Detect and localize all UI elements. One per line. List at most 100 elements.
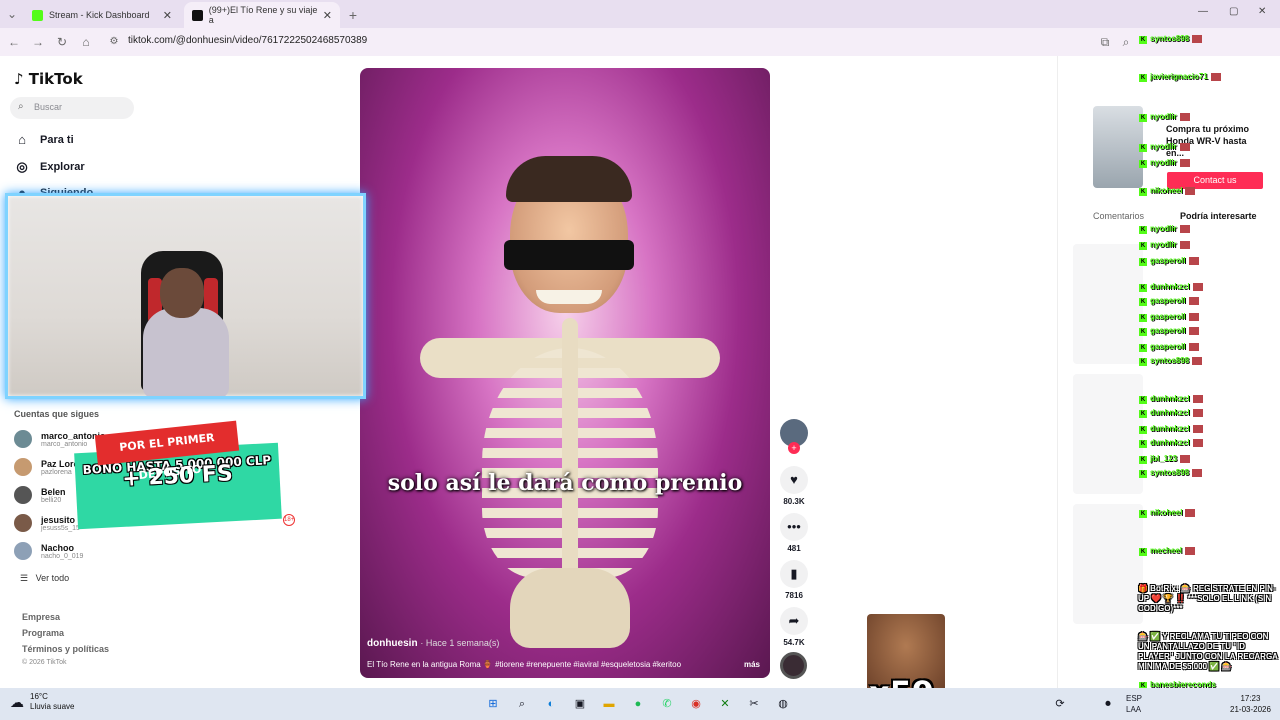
tab-tiktok-label: (99+)El Tío Rene y su viaje a xyxy=(208,5,318,25)
chat-message: Ksyntos898 xyxy=(1139,356,1203,366)
following-item[interactable]: Belen belli20 xyxy=(14,486,66,504)
spotify-icon[interactable]: ● xyxy=(630,696,646,712)
weather-widget[interactable]: ☁ 16°C Lluvia suave xyxy=(10,692,74,712)
search-input[interactable]: ⌕ Buscar xyxy=(10,97,134,119)
like-button[interactable]: ♥ 80.3K xyxy=(776,466,812,506)
kick-badge-icon: K xyxy=(1139,114,1147,122)
following-item[interactable]: Nachoo nacho_0_019 xyxy=(14,542,83,560)
emote-icon xyxy=(1188,296,1199,305)
tab-kick[interactable]: Stream - Kick Dashboard ✕ xyxy=(24,2,180,28)
whatsapp-icon[interactable]: ✆ xyxy=(659,696,675,712)
heart-icon: ♥ xyxy=(780,466,808,494)
tiktok-logo[interactable]: ♪ TikTok xyxy=(14,70,83,88)
weather-temp: 16°C xyxy=(30,692,48,701)
footer-link-program[interactable]: Programa xyxy=(22,628,64,638)
search-icon: ⌕ xyxy=(18,101,24,112)
age-badge: 18+ xyxy=(283,514,295,526)
zoom-icon[interactable]: ⌕ xyxy=(1118,34,1134,50)
nav-for-you[interactable]: ⌂ Para ti xyxy=(14,132,74,147)
chat-username: gasperoll xyxy=(1150,312,1186,321)
follow-plus-icon[interactable]: + xyxy=(788,442,800,454)
edge-icon[interactable]: ◐ xyxy=(543,696,559,712)
chat-message: Kdunhnkzcl xyxy=(1139,394,1203,404)
see-all-label: Ver todo xyxy=(35,573,70,583)
nav-explore[interactable]: ◎ Explorar xyxy=(14,159,84,175)
chat-message: Kgasperoll xyxy=(1139,326,1199,336)
tab-kick-label: Stream - Kick Dashboard xyxy=(49,10,150,20)
kick-badge-icon: K xyxy=(1139,426,1147,434)
chat-username: dunhnkzcl xyxy=(1150,282,1190,291)
author-name: donhuesin xyxy=(367,638,418,649)
emote-icon xyxy=(1210,72,1221,81)
share-button[interactable]: ➦ 54.7K xyxy=(776,607,812,647)
chat-username: nikoheel xyxy=(1150,186,1183,195)
system-clock[interactable]: 17:23 21-03-2026 xyxy=(1230,693,1271,715)
close-tab-icon[interactable]: ✕ xyxy=(323,9,332,22)
ad-image[interactable] xyxy=(1093,106,1143,188)
kick-badge-icon: K xyxy=(1139,284,1147,292)
chat-message: Knyodlir xyxy=(1139,240,1190,250)
avatar xyxy=(14,430,32,448)
new-tab-button[interactable]: + xyxy=(345,7,361,23)
language-indicator[interactable]: ESP LAA xyxy=(1126,693,1142,715)
close-window-icon[interactable]: ✕ xyxy=(1258,6,1266,17)
reload-icon[interactable]: ↻ xyxy=(54,34,70,50)
footer-link-terms[interactable]: Términos y políticas xyxy=(22,644,109,654)
back-icon[interactable]: ← xyxy=(6,34,22,50)
share-icon: ➦ xyxy=(780,607,808,635)
tab-search-icon[interactable]: ⌄ xyxy=(4,6,20,22)
region-code: LAA xyxy=(1126,705,1142,714)
chat-message: Kgasperoll xyxy=(1139,256,1199,266)
close-tab-icon[interactable]: ✕ xyxy=(163,9,172,22)
emote-icon xyxy=(1192,468,1203,477)
following-item[interactable]: jesusito jesuss5s_15 xyxy=(14,514,80,532)
home-icon[interactable]: ⌂ xyxy=(78,34,94,50)
sync-icon[interactable]: ⟳ xyxy=(1052,696,1068,712)
install-icon[interactable]: ⧉ xyxy=(1097,34,1113,50)
following-name: Belen xyxy=(41,486,66,497)
emote-icon xyxy=(1188,256,1199,265)
chat-username: jbl_123 xyxy=(1150,454,1178,463)
bot-message: 🎁 BotRix: 🎰 REGISTRATE EN PIN-UP ❤️ 🏆 ‼️… xyxy=(1138,584,1276,613)
chat-message: Knyodlir xyxy=(1139,224,1190,234)
folder-icon[interactable]: ▬ xyxy=(601,696,617,712)
save-button[interactable]: ▮ 7816 xyxy=(776,560,812,600)
video-time: · Hace 1 semana(s) xyxy=(420,638,500,648)
mic-icon[interactable]: ⏺ xyxy=(1100,696,1116,712)
site-info-icon[interactable]: ⚙ xyxy=(106,34,122,50)
comment-button[interactable]: ••• 481 xyxy=(776,513,812,553)
kick-badge-icon: K xyxy=(1139,328,1147,336)
video-player[interactable]: solo así le dará como premio donhuesin ·… xyxy=(360,68,770,678)
obs-icon[interactable]: ◍ xyxy=(775,696,791,712)
xbox-icon[interactable]: ✕ xyxy=(717,696,733,712)
search-icon[interactable]: ⌕ xyxy=(514,696,530,712)
chat-message: Ksyntos898 xyxy=(1139,34,1203,44)
skeleton-pelvis xyxy=(510,568,630,648)
nav-label: Para ti xyxy=(40,133,74,146)
see-all-link[interactable]: ☰ Ver todo xyxy=(20,573,69,584)
chat-message: Kgasperoll xyxy=(1139,312,1199,322)
forward-icon[interactable]: → xyxy=(30,34,46,50)
kick-badge-icon: K xyxy=(1139,548,1147,556)
following-username: jesuss5s_15 xyxy=(41,524,80,532)
kick-badge-icon: K xyxy=(1139,160,1147,168)
footer-link-company[interactable]: Empresa xyxy=(22,612,60,622)
chat-message: Kdunhnkzcl xyxy=(1139,408,1203,418)
maximize-icon[interactable]: ▢ xyxy=(1229,6,1238,17)
emote-icon xyxy=(1188,312,1199,321)
chat-message: Kgasperoll xyxy=(1139,296,1199,306)
kick-badge-icon: K xyxy=(1139,188,1147,196)
music-disc-icon[interactable] xyxy=(780,652,807,679)
chat-message: Knikoheel xyxy=(1139,186,1196,196)
tab-tiktok[interactable]: (99+)El Tío Rene y su viaje a ✕ xyxy=(184,2,340,28)
more-link[interactable]: más xyxy=(744,660,760,669)
chat-username: nyodlir xyxy=(1150,240,1177,249)
chrome-icon[interactable]: ◉ xyxy=(688,696,704,712)
chat-username: dunhnkzcl xyxy=(1150,394,1190,403)
snipping-icon[interactable]: ✂ xyxy=(746,696,762,712)
url-field[interactable]: tiktok.com/@donhuesin/video/761722250246… xyxy=(128,35,367,46)
store-icon[interactable]: ▣ xyxy=(572,696,588,712)
windows-start-icon[interactable]: ⊞ xyxy=(485,696,501,712)
minimize-icon[interactable]: — xyxy=(1198,6,1208,17)
video-author[interactable]: donhuesin · Hace 1 semana(s) xyxy=(367,638,499,649)
